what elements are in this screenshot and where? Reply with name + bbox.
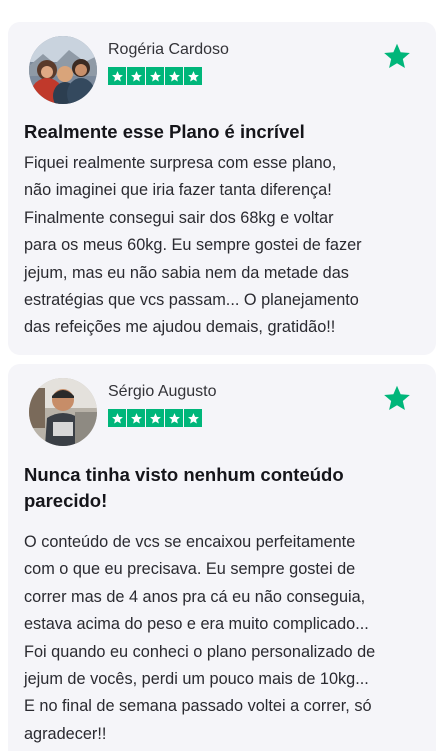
star-icon [146,409,164,427]
review-card: Rogéria Cardoso Realmente esse Plano é i… [8,22,436,355]
review-body-line: estava acima do peso e era muito complic… [24,615,369,634]
star-rating [108,67,202,85]
star-icon [127,67,145,85]
review-body-line: correr mas de 4 anos pra cá eu não conse… [24,587,366,606]
star-icon [184,67,202,85]
review-body-line: Foi quando eu conheci o plano personaliz… [24,642,376,661]
review-body-line: jejum de vocês, perdi um pouco mais de 1… [24,670,369,689]
review-body-line: das refeições me ajudou demais, gratidão… [24,318,336,337]
reviewer-name: Rogéria Cardoso [108,41,229,58]
review-body-line: E no final de semana passado voltei a co… [24,697,372,716]
review-body-line: Fiquei realmente surpresa com esse plano… [24,154,337,172]
star-icon [165,67,183,85]
review-body-line: O conteúdo de vcs se encaixou perfeitame… [24,533,356,551]
review-body-line: com o que eu precisava. Eu sempre gostei… [24,560,356,579]
review-body-line: não imaginei que iria fazer tanta difere… [24,181,332,200]
review-title-line: parecido! [24,490,108,511]
trustpilot-star-icon [384,43,410,69]
testimonials-feed: Rogéria Cardoso Realmente esse Plano é i… [0,0,445,751]
avatar [29,36,97,104]
star-icon [146,67,164,85]
star-icon [184,409,202,427]
review-body: Fiquei realmente surpresa com esse plano… [24,150,429,342]
avatar [29,378,97,446]
review-body-line: Finalmente consegui sair dos 68kg e volt… [24,208,334,227]
review-body-line: jejum, mas eu não sabia nem da metade da… [24,263,349,282]
star-icon [127,409,145,427]
review-body-line: estratégias que vcs passam... O planejam… [24,291,359,310]
review-title: Realmente esse Plano é incrível [24,121,305,142]
star-rating [108,409,202,427]
review-body-line: agradecer!! [24,724,107,743]
review-card: Sérgio Augusto Nunca tinha visto nenhum … [8,364,436,751]
review-body: O conteúdo de vcs se encaixou perfeitame… [24,529,429,748]
star-icon [165,409,183,427]
trustpilot-star-icon [384,385,410,411]
review-title-line: Nunca tinha visto nenhum conteúdo [24,464,344,485]
star-icon [108,409,126,427]
reviewer-name: Sérgio Augusto [108,383,217,400]
star-icon [108,67,126,85]
review-body-line: para os meus 60kg. Eu sempre gostei de f… [24,236,362,255]
review-title: Nunca tinha visto nenhum conteúdo pareci… [24,462,424,514]
